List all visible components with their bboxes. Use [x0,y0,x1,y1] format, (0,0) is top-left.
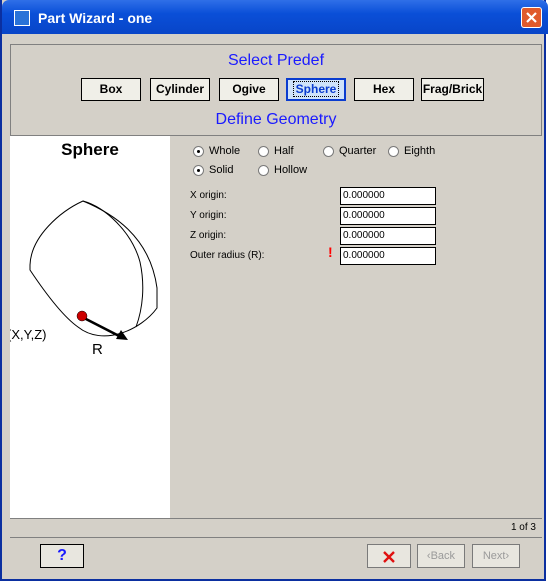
hemisphere-back-edge [82,200,144,328]
predef-hex-button[interactable]: Hex [354,78,414,101]
cancel-x-icon [383,551,395,563]
radius-arrow-line [83,316,124,340]
predef-ogive-button[interactable]: Ogive [219,78,279,101]
back-button[interactable]: ‹Back [417,544,465,568]
radio-empty-icon [323,146,334,157]
x-origin-input[interactable]: 0.000000 [340,187,436,205]
origin-point-label: (X,Y,Z) [10,327,47,342]
radio-selected-icon [193,146,204,157]
hemisphere-diagram: (X,Y,Z) R [10,200,158,358]
next-button[interactable]: Next› [472,544,520,568]
radio-label: Quarter [339,145,377,157]
y-origin-input[interactable]: 0.000000 [340,207,436,225]
page-indicator: 1 of 3 [510,522,536,533]
radio-empty-icon [388,146,399,157]
radio-empty-icon [258,146,269,157]
select-predef-title: Select Predef [227,52,325,69]
origin-point [76,310,88,322]
window-title: Part Wizard - one [38,10,153,26]
back-label: Back [430,550,456,562]
radio-label: Half [274,145,294,157]
chevron-right-icon: › [505,550,510,562]
radio-label: Eighth [404,145,436,157]
predef-sphere-button[interactable]: Sphere [286,78,346,101]
wizard-app-icon [14,10,30,26]
wizard-body: Select Predef Box Cylinder Ogive Sphere … [10,44,542,576]
radio-label: Hollow [274,164,308,176]
radio-label: Whole [209,145,241,157]
z-origin-input[interactable]: 0.000000 [340,227,436,245]
radius-label: R [92,341,103,358]
predef-sphere-label: Sphere [292,81,340,97]
next-label: Next [482,550,506,562]
help-button[interactable]: ? [40,544,84,568]
geometry-form: Whole Half Quarter Eighth Solid Hollow X… [170,136,542,518]
predef-fragbrick-button[interactable]: Frag/Brick [421,78,484,101]
define-geometry-title: Define Geometry [215,111,337,128]
predef-box-button[interactable]: Box [81,78,141,101]
title-bar[interactable]: Part Wizard - one [2,0,548,34]
radio-selected-icon [193,165,204,176]
status-bar: 1 of 3 [10,518,542,538]
predef-header: Select Predef Box Cylinder Ogive Sphere … [10,44,542,136]
close-button[interactable] [521,7,542,28]
radio-empty-icon [258,165,269,176]
close-icon [526,12,537,23]
shape-diagram-panel: Sphere (X,Y,Z) R [10,136,170,518]
cancel-button[interactable] [367,544,411,568]
y-origin-label: Y origin: [190,210,227,221]
outer-radius-label: Outer radius (R): [190,250,265,261]
part-wizard-window: Part Wizard - one Select Predef Box Cyli… [0,0,548,581]
required-warning-icon: ! [328,244,333,260]
predef-cylinder-button[interactable]: Cylinder [150,78,210,101]
outer-radius-input[interactable]: 0.000000 [340,247,436,265]
z-origin-label: Z origin: [190,230,227,241]
x-origin-label: X origin: [190,190,227,201]
hemisphere-front-outline [29,200,158,337]
shape-title: Sphere [61,140,119,159]
radio-label: Solid [209,164,234,176]
